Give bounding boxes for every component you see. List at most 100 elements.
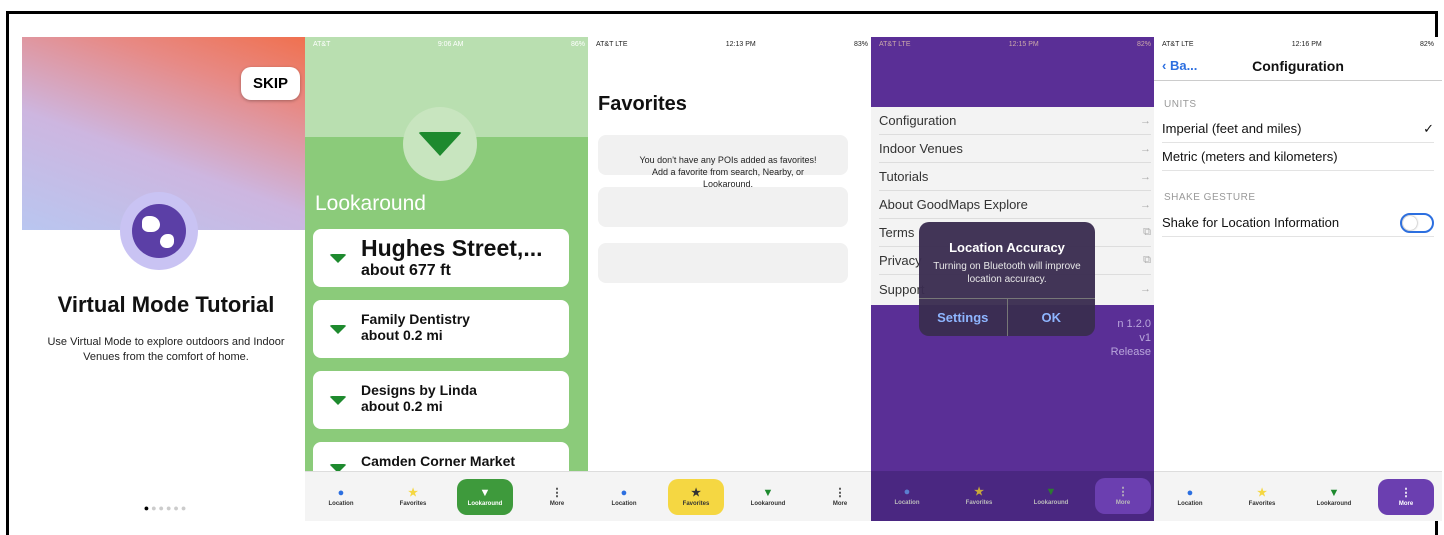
tab-favorites[interactable]: ★ Favorites [668,478,724,515]
more-icon: ⋮ [834,486,846,499]
place-distance: about 0.2 mi [361,398,443,414]
wifi-icon: ▼ [762,486,774,499]
tab-favorites[interactable]: ★ Favorites [1234,479,1290,515]
tab-lookaround[interactable]: ▼ Lookaround [457,478,513,515]
lookaround-heading: Lookaround [315,192,426,215]
tab-bar: ● Location ★ Favorites ▼ Lookaround ⋮ More [305,471,593,521]
place-icon [329,396,347,405]
status-carrier: AT&T LTE [1162,40,1194,48]
placeholder-row [598,187,848,227]
placeholder-row [598,243,848,283]
tutorial-screen: SKIP Virtual Mode Tutorial Use Virtual M… [22,37,310,521]
back-button[interactable]: ‹ Ba... [1162,58,1197,73]
place-name: Hughes Street,... [361,235,543,261]
more-icon: ⋮ [551,486,563,499]
tab-bar: ● Location ★ Favorites ▼ Lookaround ⋮ More [1154,471,1442,521]
place-card[interactable]: Designs by Linda about 0.2 mi [313,371,569,429]
star-icon: ★ [974,486,984,498]
tab-lookaround[interactable]: ▼ Lookaround [1023,478,1079,514]
navigation-bar: ‹ Ba... Configuration [1154,51,1442,81]
more-icon: ⋮ [1400,486,1412,499]
status-carrier: AT&T LTE [879,40,911,48]
external-link-icon: ⧉ [1143,226,1151,238]
tutorial-title: Virtual Mode Tutorial [57,292,275,317]
tab-more[interactable]: ⋮ More [1095,478,1151,514]
wifi-icon: ▼ [479,486,491,499]
lookaround-icon [403,107,477,181]
location-accuracy-alert: Location Accuracy Turning on Bluetooth w… [919,222,1095,336]
checkmark-icon: ✓ [1423,120,1434,136]
alert-settings-button[interactable]: Settings [919,299,1008,336]
arrow-right-icon: → [1140,198,1151,211]
tab-more[interactable]: ⋮ More [529,479,585,515]
shake-toggle[interactable] [1400,212,1434,233]
tab-bar: ● Location ★ Favorites ▼ Lookaround ⋮ More [588,471,876,521]
arrow-right-icon: → [1140,114,1151,127]
arrow-right-icon: → [1140,142,1151,155]
compass-icon: ● [903,486,911,498]
tab-favorites[interactable]: ★ Favorites [385,479,441,515]
status-battery: 82% [1419,40,1434,48]
compass-icon: ● [1186,486,1194,499]
tab-lookaround[interactable]: ▼ Lookaround [740,479,796,515]
status-battery: 83% [853,40,868,48]
tutorial-description: Use Virtual Mode to explore outdoors and… [47,336,285,363]
place-name: Designs by Linda [361,382,477,398]
star-icon: ★ [691,486,701,499]
shake-setting-row: Shake for Location Information [1162,209,1434,237]
place-icon [329,325,347,334]
arrow-right-icon: → [1140,283,1151,295]
place-distance: about 677 ft [361,262,451,279]
metric-option[interactable]: Metric (meters and kilometers) [1162,143,1434,171]
status-battery: 82% [1136,40,1151,48]
wifi-icon: ▼ [1045,486,1057,498]
more-icon: ⋮ [1117,486,1129,498]
tab-bar: ● Location ★ Favorites ▼ Lookaround ⋮ More [871,471,1159,521]
tab-more[interactable]: ⋮ More [812,479,868,515]
compass-icon: ● [620,486,628,499]
alert-ok-button[interactable]: OK [1008,299,1096,336]
skip-button[interactable]: SKIP [240,67,300,100]
alert-message: Turning on Bluetooth will improve locati… [933,261,1081,285]
external-link-icon: ⧉ [1143,254,1151,266]
arrow-right-icon: → [1140,170,1151,183]
configuration-screen: AT&T LTE 12:16 PM 82% ‹ Ba... Configurat… [1154,37,1442,521]
tab-location[interactable]: ● Location [1162,479,1218,515]
empty-message: You don't have any POIs added as favorit… [639,155,817,189]
menu-item-tutorials[interactable]: Tutorials → [879,163,1151,191]
tab-lookaround[interactable]: ▼ Lookaround [1306,479,1362,515]
star-icon: ★ [1257,486,1267,499]
tab-location[interactable]: ● Location [596,479,652,515]
place-name: Family Dentistry [361,311,470,327]
more-screen: AT&T LTE 12:15 PM 82% Configuration → Ind… [871,37,1159,521]
lookaround-screen: AT&T 9:06 AM 86% Lookaround Hughes Stree… [305,37,593,521]
tab-location[interactable]: ● Location [879,478,935,514]
place-card[interactable]: Family Dentistry about 0.2 mi [313,300,569,358]
tab-favorites[interactable]: ★ Favorites [951,478,1007,514]
wifi-icon: ▼ [1328,486,1340,499]
menu-item-configuration[interactable]: Configuration → [879,107,1151,135]
shake-label: Shake for Location Information [1162,215,1340,230]
status-time: 9:06 AM [437,40,464,48]
place-card[interactable]: Hughes Street,... about 677 ft [313,229,569,287]
tab-location[interactable]: ● Location [313,479,369,515]
units-section-header: UNITS [1164,99,1197,110]
place-icon [329,254,347,263]
place-name: Camden Corner Market [361,453,516,469]
star-icon: ★ [408,486,418,499]
page-indicator[interactable]: ●●●●●● [22,503,310,513]
menu-item-about[interactable]: About GoodMaps Explore → [879,191,1151,219]
tab-more[interactable]: ⋮ More [1378,478,1434,515]
status-time: 12:16 PM [1291,40,1322,48]
menu-item-indoor-venues[interactable]: Indoor Venues → [879,135,1151,163]
status-time: 12:15 PM [1008,40,1039,48]
status-battery: 86% [570,40,585,48]
imperial-option[interactable]: Imperial (feet and miles) ✓ [1162,115,1434,143]
version-info: n 1.2.0 v1 Release [1110,318,1151,358]
favorites-screen: AT&T LTE 12:13 PM 83% Favorites You don'… [588,37,876,521]
compass-icon: ● [337,486,345,499]
favorites-heading: Favorites [598,93,687,115]
screenshot-frame: SKIP Virtual Mode Tutorial Use Virtual M… [6,11,1442,535]
status-time: 12:13 PM [725,40,756,48]
globe-icon [120,192,198,270]
